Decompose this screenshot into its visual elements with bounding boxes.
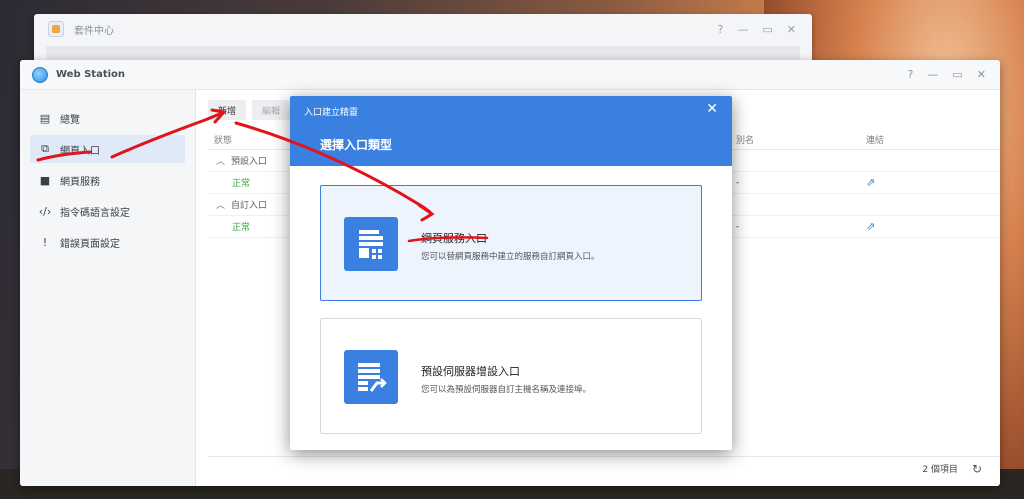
- package-center-title: 套件中心: [74, 25, 114, 37]
- group-label: 預設入口: [231, 157, 268, 167]
- sidebar-item-overview[interactable]: ▤ 總覽: [30, 104, 185, 132]
- option-description: 您可以為預設伺服器自訂主機名稱及連接埠。: [421, 385, 592, 395]
- maximize-icon[interactable]: ▭: [762, 23, 772, 36]
- item-count: 2 個項目: [922, 465, 958, 475]
- overview-icon: ▤: [39, 111, 51, 125]
- sidebar-item-label: 網頁服務: [60, 176, 100, 188]
- option-web-service-portal[interactable]: 網頁服務入口 您可以替網頁服務中建立的服務自訂網頁入口。: [320, 185, 702, 301]
- edit-button[interactable]: 編輯: [252, 100, 291, 120]
- table-footer: 2 個項目 ↻: [208, 456, 1000, 480]
- close-icon[interactable]: ✕: [706, 101, 718, 117]
- code-icon: ‹/›: [38, 204, 52, 218]
- alias-value: -: [736, 221, 740, 232]
- default-server-portal-icon: [344, 350, 398, 404]
- option-description: 您可以替網頁服務中建立的服務自訂網頁入口。: [421, 252, 600, 262]
- status-badge: 正常: [232, 179, 251, 189]
- package-center-icon: [48, 21, 64, 37]
- web-service-portal-icon: [344, 217, 398, 271]
- window-controls: ? — ▭ ✕: [908, 68, 1000, 81]
- help-icon[interactable]: ?: [718, 23, 724, 36]
- window-titlebar[interactable]: Web Station ? — ▭ ✕: [20, 60, 1000, 90]
- minimize-icon[interactable]: —: [737, 23, 748, 36]
- portal-icon: ⧉: [41, 142, 49, 155]
- dialog-header: 入口建立精靈 ✕ 選擇入口類型: [290, 96, 732, 166]
- help-icon[interactable]: ?: [908, 68, 914, 81]
- sidebar-item-web-portal[interactable]: ⧉ 網頁入口: [30, 135, 185, 163]
- sidebar: ▤ 總覽 ⧉ 網頁入口 ■ 網頁服務 ‹/› 指令碼語言設定 ! 錯誤頁面設定: [20, 90, 196, 486]
- close-icon[interactable]: ✕: [787, 23, 796, 36]
- chevron-up-icon[interactable]: ︿: [208, 198, 225, 211]
- sidebar-item-script-language[interactable]: ‹/› 指令碼語言設定: [30, 197, 185, 225]
- package-center-titlebar: 套件中心 ? — ▭ ✕: [34, 14, 812, 44]
- sidebar-item-web-service[interactable]: ■ 網頁服務: [30, 166, 185, 194]
- alias-value: -: [736, 177, 740, 188]
- sidebar-item-label: 總覽: [60, 114, 80, 126]
- external-link-icon[interactable]: ⇗: [866, 220, 875, 233]
- toolbar: 新增 編輯: [208, 100, 291, 120]
- portal-wizard-dialog: 入口建立精靈 ✕ 選擇入口類型 網頁服務入口 您可以替網頁服務中建立的服務自訂網…: [290, 96, 732, 450]
- sidebar-item-label: 指令碼語言設定: [60, 207, 130, 219]
- maximize-icon[interactable]: ▭: [952, 68, 962, 81]
- refresh-icon[interactable]: ↻: [972, 462, 982, 476]
- option-name: 預設伺服器增設入口: [421, 365, 520, 378]
- group-label: 自訂入口: [231, 201, 268, 211]
- add-button[interactable]: 新增: [208, 100, 247, 120]
- option-name: 網頁服務入口: [421, 232, 487, 245]
- sidebar-item-label: 錯誤頁面設定: [60, 238, 120, 250]
- status-badge: 正常: [232, 223, 251, 233]
- sidebar-item-error-page[interactable]: ! 錯誤頁面設定: [30, 228, 185, 256]
- option-default-server-portal[interactable]: 預設伺服器增設入口 您可以為預設伺服器自訂主機名稱及連接埠。: [320, 318, 702, 434]
- column-link[interactable]: 連結: [866, 133, 884, 146]
- sidebar-item-label: 網頁入口: [60, 145, 100, 157]
- column-alias[interactable]: 別名: [736, 133, 754, 146]
- web-station-logo-icon: [32, 66, 48, 83]
- dialog-heading: 選擇入口類型: [320, 138, 393, 152]
- error-icon: !: [42, 235, 48, 249]
- chevron-up-icon[interactable]: ︿: [208, 154, 225, 167]
- grid-icon: ■: [39, 173, 51, 187]
- close-icon[interactable]: ✕: [977, 68, 986, 81]
- dialog-title: 入口建立精靈: [304, 108, 359, 118]
- external-link-icon[interactable]: ⇗: [866, 176, 875, 189]
- package-center-controls: ? — ▭ ✕: [718, 23, 812, 36]
- window-title: Web Station: [56, 69, 126, 80]
- minimize-icon[interactable]: —: [927, 68, 938, 81]
